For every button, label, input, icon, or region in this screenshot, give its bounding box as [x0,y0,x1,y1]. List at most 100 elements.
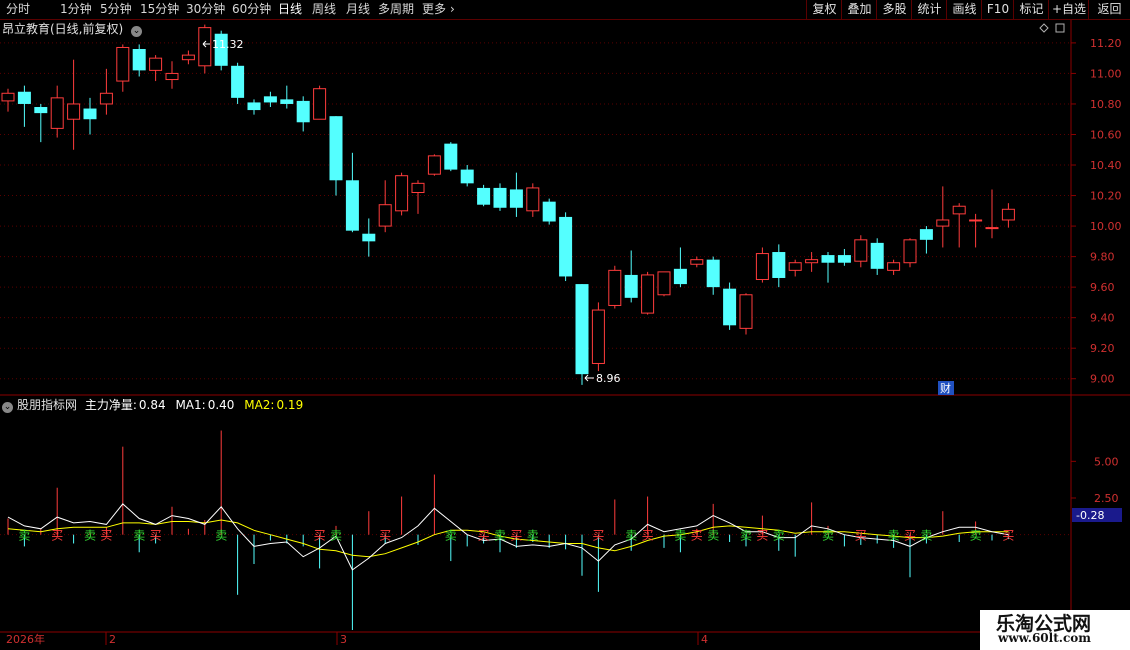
candle-body [624,274,638,298]
candle-body [149,57,163,71]
buy-signal: 买 [691,529,703,543]
sell-signal: 卖 [888,529,900,543]
ma1-label: MA1: [175,398,206,412]
price-tick-label: 9.20 [1090,342,1115,355]
main-panel-header: 昂立教育(日线,前复权) ⌄ [2,22,143,37]
sell-signal: 卖 [822,529,834,543]
date-month-label: 2 [109,633,116,646]
candle-body [723,288,737,326]
candle-body [952,205,966,215]
ma1-value: 0.40 [207,398,235,412]
candle-body [985,227,999,230]
candle-body [788,262,802,271]
sell-signal: 卖 [18,529,30,543]
buy-signal: 买 [510,529,522,543]
candle-body [296,100,310,123]
candle-body [477,187,491,205]
buy-signal: 买 [314,529,326,543]
sell-signal: 卖 [133,529,145,543]
buy-signal: 买 [756,529,768,543]
candle-body [411,182,425,193]
net-flow-label: 主力净量: [84,398,137,412]
current-value-label: -0.28 [1076,509,1104,522]
candle-body [690,259,704,265]
candle-body [887,262,901,271]
sell-signal: 卖 [674,529,686,543]
buy-signal: 买 [379,529,391,543]
buy-signal: 买 [478,529,490,543]
buy-signal: 买 [150,529,162,543]
candle-body [181,54,195,61]
candle-body [641,274,655,314]
indicator-tick-label: 2.50 [1094,492,1119,505]
candle-body [132,49,146,71]
candle-body [919,229,933,240]
buy-signal: 买 [904,529,916,543]
candle-body [969,219,983,222]
stock-title: 昂立教育(日线,前复权) [2,22,124,36]
price-tick-label: 10.20 [1090,190,1122,203]
candle-body [198,27,212,67]
date-year-label: 2026年 [6,632,45,646]
finance-badge-label: 财 [940,381,951,395]
price-tick-label: 10.60 [1090,128,1122,141]
panel-toggle-icon[interactable] [1055,23,1065,33]
candle-body [329,116,343,181]
price-tick-label: 9.00 [1090,373,1115,386]
stock-chart[interactable]: 11.20 11.00 10.80 10.60 10.40 10.20 10.00 9.80 9… [0,0,1130,650]
price-tick-label: 10.40 [1090,159,1122,172]
price-tick-label: 10.00 [1090,220,1122,233]
candle-body [493,187,507,208]
candle-body [116,46,130,82]
price-tick-label: 11.20 [1090,37,1122,50]
indicator-name: 股朋指标网 [17,398,78,412]
candle-body [34,107,48,114]
buy-signal: 买 [592,529,604,543]
candle-body [50,97,64,129]
candle-body [460,169,474,184]
candle-body [99,92,113,105]
buy-signal: 买 [855,529,867,543]
candle-body [772,252,786,278]
candle-body [559,216,573,277]
diamond-icon[interactable] [1039,23,1049,33]
sell-signal: 卖 [740,529,752,543]
sell-signal: 卖 [494,529,506,543]
net-flow-value: 0.84 [138,398,166,412]
low-price-annotation: 8.96 [584,372,621,385]
price-tick-label: 9.40 [1090,312,1115,325]
candle-body [509,189,523,208]
candle-body [231,65,245,98]
candle-body [313,88,327,120]
chevron-down-icon[interactable]: ⌄ [131,26,143,37]
buy-signal: 买 [642,529,654,543]
candle-body [362,233,376,242]
date-month-label: 3 [340,633,347,646]
candle-body [805,259,819,264]
candlestick-series [1,24,1015,385]
buy-signal: 买 [51,529,63,543]
candle-body [280,99,294,104]
arrow-left-icon [584,374,594,382]
candle-body [345,180,359,231]
candle-body [83,108,97,120]
ma2-label: MA2: [244,398,275,412]
sell-signal: 卖 [920,529,932,543]
candle-body [395,175,409,212]
candle-body [165,72,179,81]
buy-sell-signals: 卖买卖买卖买卖买卖买卖买卖买卖买卖买卖买卖卖买卖卖买卖买卖卖买 [18,529,1014,543]
candle-body [427,155,441,175]
candle-body [706,259,720,288]
chevron-down-icon[interactable]: ⌄ [2,402,13,413]
candle-body [755,253,769,281]
candle-body [247,102,261,111]
sell-signal: 卖 [773,529,785,543]
candle-body [526,187,540,212]
candle-body [17,91,31,104]
high-price-label: 11.32 [212,38,244,51]
candle-body [542,201,556,222]
sell-signal: 卖 [84,529,96,543]
indicator-header: ⌄ 股朋指标网 主力净量: 0.84 MA1: 0.40 MA2: 0.19 [2,398,303,413]
watermark-url: www.60lt.com [998,631,1091,645]
price-tick-label: 9.60 [1090,281,1115,294]
